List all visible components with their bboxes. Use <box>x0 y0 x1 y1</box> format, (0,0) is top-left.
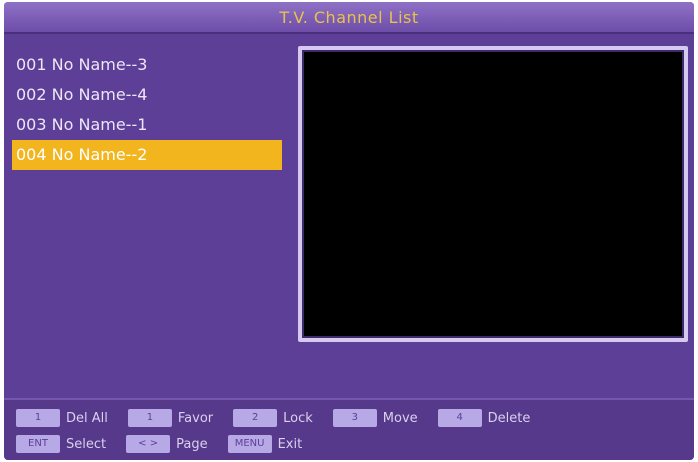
lock-hint[interactable]: 2 Lock <box>233 409 313 427</box>
channel-item[interactable]: 001 No Name--3 <box>12 50 282 80</box>
key-badge: MENU <box>227 435 272 453</box>
key-badge: ENT <box>16 435 60 453</box>
key-badge: 4 <box>437 409 482 427</box>
preview-screen <box>302 50 684 338</box>
tv-osd-screen: T.V. Channel List 001 No Name--3 002 No … <box>4 2 694 460</box>
title-bar: T.V. Channel List <box>4 2 694 34</box>
key-hint-row: ENT Select < > Page MENU Exit <box>16 432 322 456</box>
page-title: T.V. Channel List <box>279 7 419 27</box>
page-hint[interactable]: < > Page <box>126 435 208 453</box>
channel-list: 001 No Name--3 002 No Name--4 003 No Nam… <box>12 50 282 170</box>
favor-hint[interactable]: 1 Favor <box>127 409 214 427</box>
hint-label: Favor <box>177 410 214 426</box>
del-all-hint[interactable]: 1 Del All <box>16 409 108 427</box>
hint-label: Select <box>66 436 107 452</box>
hint-label: Del All <box>66 410 108 426</box>
exit-hint[interactable]: MENU Exit <box>227 435 303 453</box>
channel-item[interactable]: 003 No Name--1 <box>12 110 282 140</box>
delete-hint[interactable]: 4 Delete <box>437 409 531 427</box>
hint-label: Move <box>382 410 418 426</box>
hint-label: Lock <box>283 410 313 426</box>
key-badge: 1 <box>127 409 172 427</box>
key-hint-row: 1 Del All 1 Favor 2 Lock 3 Move 4 Delete <box>16 406 550 430</box>
key-badge: 2 <box>233 409 278 427</box>
hint-label: Exit <box>277 436 303 452</box>
hint-label: Delete <box>487 410 531 426</box>
key-badge: 1 <box>16 409 60 427</box>
channel-item[interactable]: 002 No Name--4 <box>12 80 282 110</box>
select-hint[interactable]: ENT Select <box>16 435 106 453</box>
preview-window <box>298 46 688 342</box>
key-hint-bar: 1 Del All 1 Favor 2 Lock 3 Move 4 Delete <box>4 398 694 460</box>
hint-label: Page <box>176 436 208 452</box>
move-hint[interactable]: 3 Move <box>332 409 418 427</box>
key-badge: < > <box>126 435 171 453</box>
key-badge: 3 <box>332 409 377 427</box>
channel-item-selected[interactable]: 004 No Name--2 <box>12 140 282 170</box>
